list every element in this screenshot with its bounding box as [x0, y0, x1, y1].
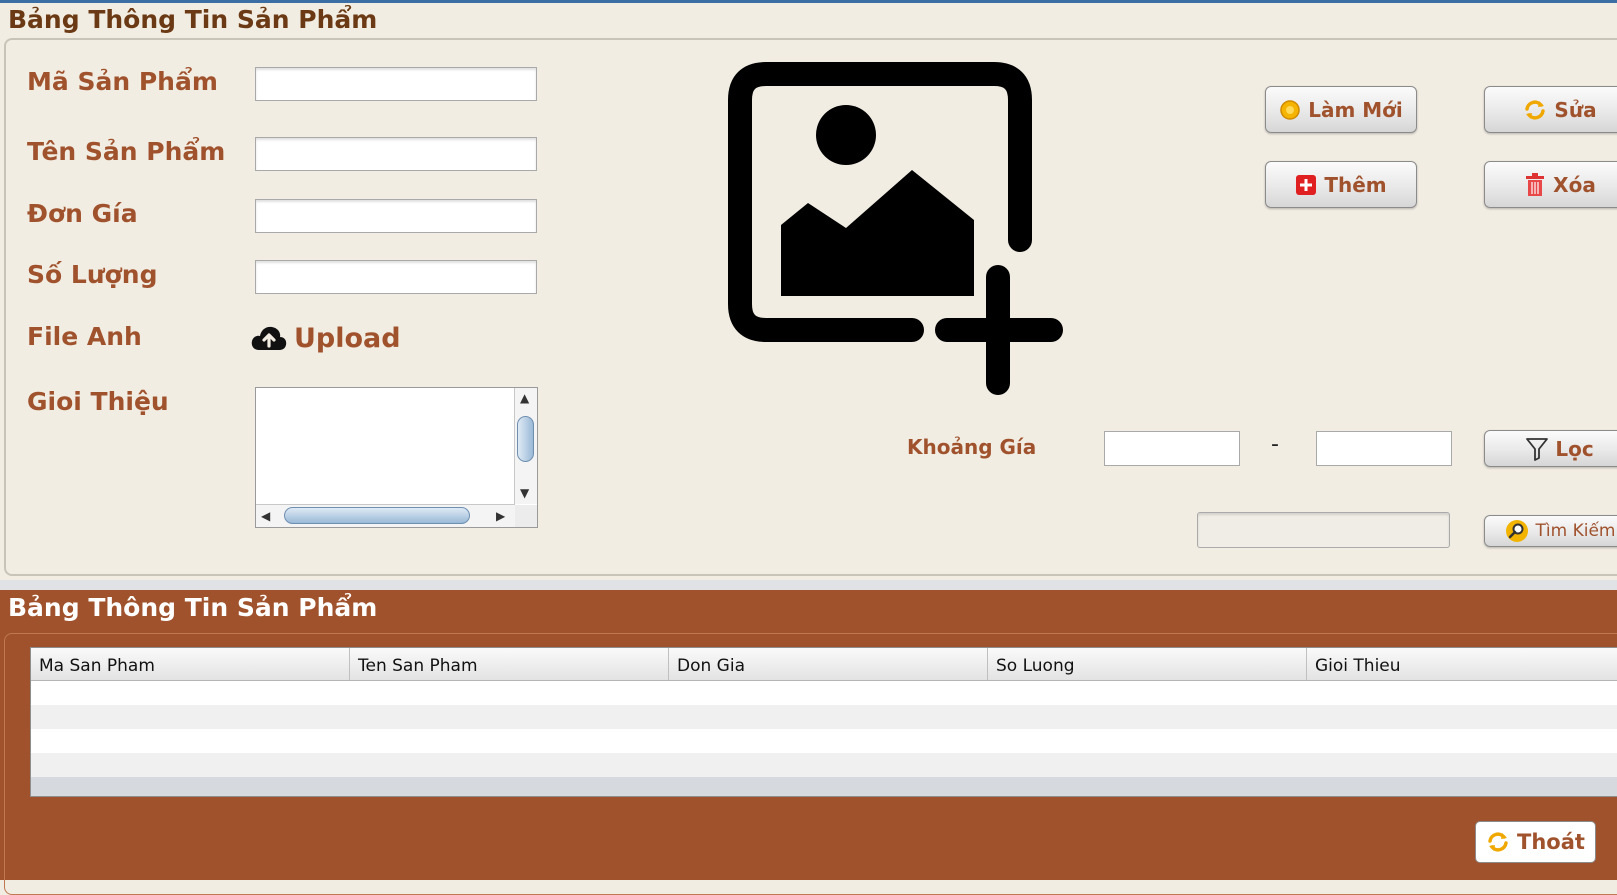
filter-funnel-icon [1526, 437, 1549, 461]
top-panel-title: Bảng Thông Tin Sản Phẩm [8, 5, 378, 34]
table-row[interactable] [31, 729, 1617, 753]
bottom-panel-title: Bảng Thông Tin Sản Phẩm [8, 593, 378, 622]
tim-kiem-label: Tìm Kiếm [1535, 521, 1616, 541]
table-scroll-area [31, 777, 1617, 796]
price-range-separator: - [1271, 432, 1279, 457]
gioi-thieu-textarea[interactable]: ▲ ▼ ◀ ▶ [255, 387, 538, 528]
loc-button[interactable]: Lọc [1484, 430, 1617, 467]
upload-button[interactable]: Upload [250, 322, 401, 354]
khoang-gia-label: Khoảng Gía [907, 435, 1037, 459]
xoa-label: Xóa [1553, 172, 1596, 197]
plus-icon [1295, 174, 1317, 196]
scroll-up-icon[interactable]: ▲ [520, 391, 529, 405]
search-magnifier-icon [1505, 519, 1529, 543]
upload-label: Upload [294, 322, 401, 354]
label-don-gia: Đơn Gía [27, 199, 138, 228]
table-row[interactable] [31, 753, 1617, 777]
trash-icon [1524, 172, 1546, 197]
edit-refresh-icon [1523, 99, 1547, 121]
column-header-so-luong[interactable]: So Luong [988, 648, 1307, 680]
table-row[interactable] [31, 705, 1617, 729]
scroll-right-icon[interactable]: ▶ [496, 509, 505, 523]
label-gioi-thieu: Gioi Thiệu [27, 387, 169, 416]
xoa-button[interactable]: Xóa [1484, 161, 1617, 208]
refresh-star-icon [1279, 99, 1301, 121]
label-ten-san-pham: Tên Sản Phẩm [27, 137, 226, 166]
scroll-left-icon[interactable]: ◀ [261, 509, 270, 523]
vertical-scrollbar[interactable]: ▲ ▼ [514, 388, 537, 504]
product-table[interactable]: Ma San Pham Ten San Pham Don Gia So Luon… [30, 647, 1617, 797]
cloud-upload-icon [250, 322, 288, 354]
sua-button[interactable]: Sửa [1484, 86, 1617, 133]
label-ma-san-pham: Mã Sản Phẩm [27, 67, 218, 96]
lam-moi-button[interactable]: Làm Mới [1265, 86, 1417, 133]
column-header-ten-san-pham[interactable]: Ten San Pham [350, 648, 669, 680]
max-price-input[interactable] [1316, 431, 1452, 466]
thoat-button[interactable]: Thoát [1475, 821, 1596, 863]
column-header-gioi-thieu[interactable]: Gioi Thieu [1307, 648, 1617, 680]
don-gia-input[interactable] [255, 199, 537, 233]
vertical-scroll-thumb[interactable] [517, 416, 534, 462]
horizontal-scrollbar[interactable]: ◀ ▶ [256, 504, 515, 527]
column-header-ma-san-pham[interactable]: Ma San Pham [31, 648, 350, 680]
ten-san-pham-input[interactable] [255, 137, 537, 171]
scroll-down-icon[interactable]: ▼ [520, 486, 529, 500]
tim-kiem-button[interactable]: Tìm Kiếm [1484, 515, 1617, 547]
min-price-input[interactable] [1104, 431, 1240, 466]
label-file-anh: File Anh [27, 322, 142, 351]
add-image-icon [728, 62, 1063, 395]
search-input[interactable] [1197, 512, 1450, 548]
horizontal-scroll-thumb[interactable] [284, 507, 470, 524]
exit-refresh-icon [1486, 831, 1510, 853]
table-header: Ma San Pham Ten San Pham Don Gia So Luon… [31, 648, 1617, 681]
scroll-corner [515, 505, 537, 527]
them-button[interactable]: Thêm [1265, 161, 1417, 208]
so-luong-input[interactable] [255, 260, 537, 294]
ma-san-pham-input[interactable] [255, 67, 537, 101]
product-image-placeholder[interactable] [726, 60, 1076, 395]
them-label: Thêm [1324, 172, 1387, 197]
panel-divider [0, 580, 1617, 590]
label-so-luong: Số Lượng [27, 260, 158, 289]
loc-label: Lọc [1555, 436, 1594, 461]
window-top-border [0, 0, 1617, 3]
column-header-don-gia[interactable]: Don Gia [669, 648, 988, 680]
sua-label: Sửa [1554, 97, 1597, 122]
lam-moi-label: Làm Mới [1308, 97, 1403, 122]
table-row[interactable] [31, 681, 1617, 705]
thoat-label: Thoát [1517, 830, 1585, 854]
